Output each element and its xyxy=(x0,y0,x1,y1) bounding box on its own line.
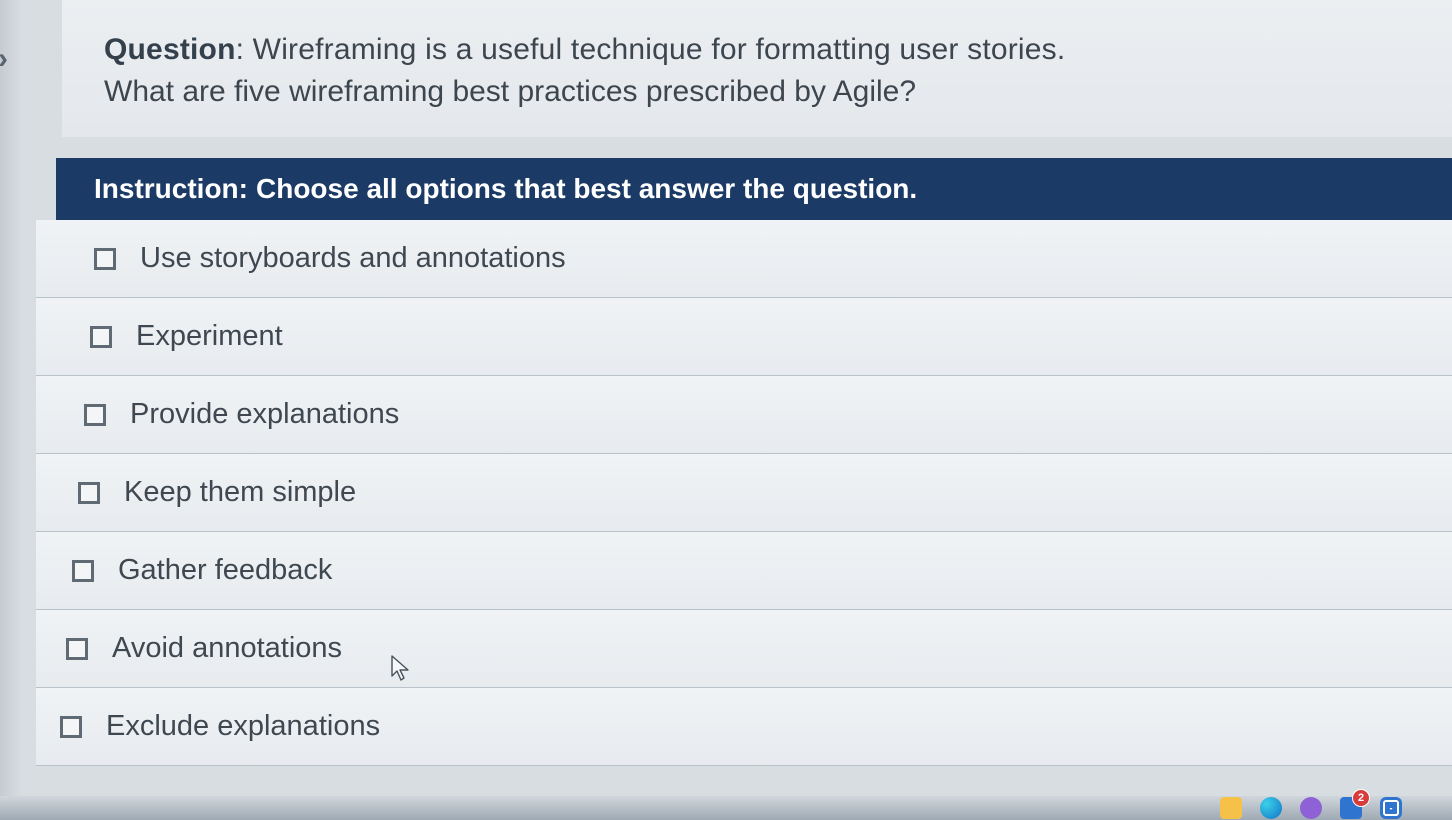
checkbox[interactable] xyxy=(72,560,94,582)
chat-icon[interactable] xyxy=(1300,797,1322,819)
file-explorer-icon[interactable] xyxy=(1220,797,1242,819)
checkbox[interactable] xyxy=(94,248,116,270)
checkbox[interactable] xyxy=(78,482,100,504)
option-label: Keep them simple xyxy=(124,476,356,509)
option-label: Exclude explanations xyxy=(106,710,380,743)
option-row[interactable]: Experiment xyxy=(36,298,1452,376)
store-icon[interactable]: 2 xyxy=(1340,797,1362,819)
question-line-1: Question: Wireframing is a useful techni… xyxy=(104,30,1412,71)
option-row[interactable]: Provide explanations xyxy=(36,376,1452,454)
option-label: Avoid annotations xyxy=(112,632,342,665)
option-label: Provide explanations xyxy=(130,398,399,431)
question-label: Question xyxy=(104,33,236,66)
option-row[interactable]: Keep them simple xyxy=(36,454,1452,532)
option-row[interactable]: Exclude explanations xyxy=(36,688,1452,766)
instruction-text: Choose all options that best answer the … xyxy=(256,173,917,205)
option-row[interactable]: Use storyboards and annotations xyxy=(36,220,1452,298)
instruction-bar: Instruction: Choose all options that bes… xyxy=(56,158,1452,220)
checkbox[interactable] xyxy=(60,716,82,738)
instruction-label: Instruction: xyxy=(94,173,248,205)
question-block: Question: Wireframing is a useful techni… xyxy=(62,0,1452,137)
page-gutter xyxy=(0,0,22,820)
option-label: Experiment xyxy=(136,320,283,353)
checkbox[interactable] xyxy=(84,404,106,426)
notification-badge: 2 xyxy=(1352,789,1370,807)
browser-icon[interactable] xyxy=(1260,797,1282,819)
mail-icon[interactable] xyxy=(1380,797,1402,819)
chevron-right-icon[interactable]: › xyxy=(0,42,8,76)
question-line-2: What are five wireframing best practices… xyxy=(104,75,1412,109)
option-row[interactable]: Gather feedback xyxy=(36,532,1452,610)
taskbar: 2 xyxy=(0,796,1452,820)
checkbox[interactable] xyxy=(90,326,112,348)
checkbox[interactable] xyxy=(66,638,88,660)
option-row[interactable]: Avoid annotations xyxy=(36,610,1452,688)
option-label: Gather feedback xyxy=(118,554,332,587)
options-list: Use storyboards and annotations Experime… xyxy=(36,220,1452,766)
option-label: Use storyboards and annotations xyxy=(140,242,566,275)
question-text-1: : Wireframing is a useful technique for … xyxy=(236,33,1066,66)
